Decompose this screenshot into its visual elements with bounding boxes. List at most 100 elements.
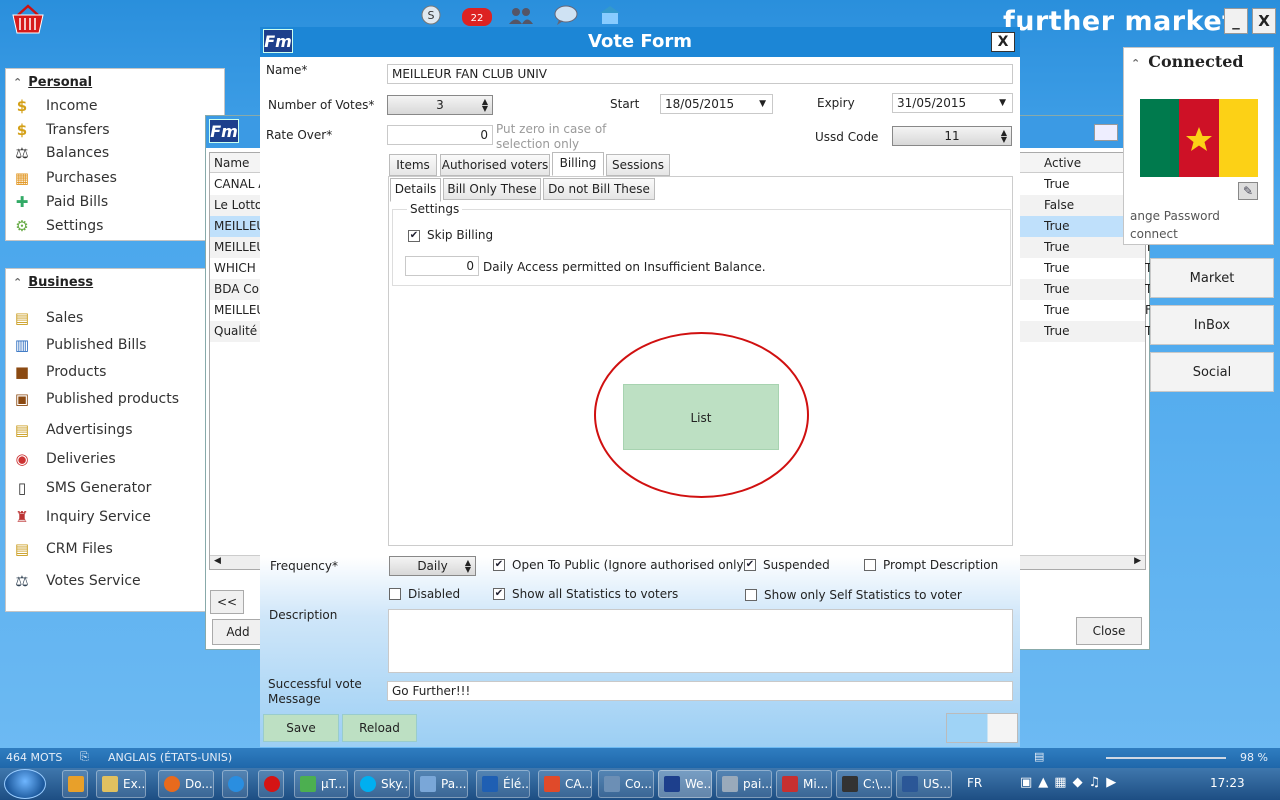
chevron-down-icon[interactable]: ▼ [759,95,766,113]
taskbar-item-chrome[interactable]: CA... [538,770,592,798]
stepper-arrows-icon[interactable]: ▲ ▼ [1001,129,1007,144]
contacts-icon[interactable] [508,4,534,26]
market-button[interactable]: Market [1150,258,1274,298]
personal-panel-header[interactable]: ⌃ Personal [13,75,92,90]
menu-item-purchases[interactable]: ▦ Purchases [12,167,117,189]
expiry-date-picker[interactable]: 31/05/2015 ▼ [892,93,1013,113]
scroll-left-icon[interactable]: ◀ [214,556,221,566]
menu-item-income[interactable]: $ Income [12,95,98,117]
frequency-stepper[interactable]: Daily ▲ ▼ [389,556,476,576]
skip-billing-checkbox[interactable]: ✔ [408,230,420,242]
word-count[interactable]: 464 MOTS [6,751,62,764]
zoom-slider[interactable] [1106,757,1226,759]
show-self-stats-checkbox[interactable] [745,589,757,601]
menu-item-inquiry-service[interactable]: ♜ Inquiry Service [12,506,151,528]
collapse-icon[interactable]: ⌃ [1131,57,1140,70]
taskbar-item-paint[interactable]: Pa... [414,770,468,798]
disconnect-link[interactable]: connect [1130,227,1178,241]
store-icon[interactable] [597,4,623,26]
menu-item-transfers[interactable]: $ Transfers [12,119,110,141]
taskbar-item-firefox[interactable]: Do... [158,770,214,798]
suspended-checkbox[interactable]: ✔ [744,559,756,571]
tab-sessions[interactable]: Sessions [606,154,670,176]
proofing-icon[interactable]: ⎘ [80,750,89,764]
taskbar-item-skype[interactable]: Sky... [354,770,410,798]
column-header-active[interactable]: Active [1044,156,1081,170]
calendar-badge-icon[interactable]: 22 [458,4,496,26]
input-language[interactable]: FR [967,776,982,790]
prompt-description-checkbox[interactable] [864,559,876,571]
subtab-bill-only-these[interactable]: Bill Only These [443,178,541,200]
taskbar-item-excel[interactable]: Ex... [96,770,146,798]
taskbar-item-utorrent[interactable]: µT... [294,770,348,798]
taskbar-item-paint2[interactable]: pai... [716,770,772,798]
menu-item-balances[interactable]: ⚖ Balances [12,142,109,164]
inbox-button[interactable]: InBox [1150,305,1274,345]
menu-item-deliveries[interactable]: ◉ Deliveries [12,448,115,470]
stepper-arrows-icon[interactable]: ▲ ▼ [465,559,471,574]
list-placeholder[interactable]: List [623,384,779,450]
taskbar-item-further-market[interactable]: We... [658,770,712,798]
column-header-name[interactable]: Name [214,156,249,170]
language-status[interactable]: ANGLAIS (ÉTATS-UNIS) [108,751,232,764]
subtab-do-not-bill-these[interactable]: Do not Bill These [543,178,655,200]
scroll-right-icon[interactable]: ▶ [1134,556,1141,566]
tab-items[interactable]: Items [389,154,437,176]
taskbar-opera[interactable] [258,770,284,798]
menu-item-settings[interactable]: ⚙ Settings [12,215,103,237]
rate-over-input[interactable]: 0 [387,125,493,145]
daily-access-input[interactable]: 0 [405,256,479,276]
taskbar-item-cmd[interactable]: C:\... [836,770,892,798]
reload-button[interactable]: Reload [342,714,417,742]
menu-item-published-bills[interactable]: ▥ Published Bills [12,334,147,356]
name-input[interactable]: MEILLEUR FAN CLUB UNIV [387,64,1013,84]
menu-item-sales[interactable]: ▤ Sales [12,307,83,329]
app-close-button[interactable]: X [1252,8,1276,34]
menu-item-paid-bills[interactable]: ✚ Paid Bills [12,191,108,213]
description-textarea[interactable] [388,609,1013,673]
start-button[interactable] [4,769,46,799]
menu-item-crm-files[interactable]: ▤ CRM Files [12,538,113,560]
chat-icon[interactable] [553,4,579,26]
prev-page-button[interactable]: << [210,590,244,614]
ussd-code-stepper[interactable]: 11 ▲ ▼ [892,126,1012,146]
success-message-input[interactable]: Go Further!!! [387,681,1013,701]
business-panel-header[interactable]: ⌃ Business [13,275,93,290]
zoom-level[interactable]: 98 % [1240,751,1268,764]
list-close-button[interactable]: Close [1076,617,1142,645]
change-password-link[interactable]: ange Password [1130,209,1220,223]
edit-photo-icon[interactable]: ✎ [1238,182,1258,200]
taskbar-item-mi[interactable]: Mi... [776,770,832,798]
menu-item-products[interactable]: ■ Products [12,361,107,383]
chevron-down-icon[interactable]: ▼ [999,94,1006,112]
taskbar-item-connection[interactable]: Co... [598,770,654,798]
tray-icons[interactable]: ▣▲▦◆♫▶ [1020,775,1122,790]
menu-item-published-products[interactable]: ▣ Published products [12,388,179,410]
maximize-button[interactable] [1094,124,1118,141]
show-all-stats-checkbox[interactable]: ✔ [493,588,505,600]
tab-billing[interactable]: Billing [552,152,604,176]
layout-icon[interactable]: ▤ [1034,750,1044,763]
taskbar-item-word[interactable]: US... [896,770,952,798]
subtab-details[interactable]: Details [390,178,441,202]
save-button[interactable]: Save [263,714,339,742]
add-button[interactable]: Add [212,619,264,645]
vote-form-close-button[interactable]: X [991,32,1015,52]
menu-item-votes-service[interactable]: ⚖ Votes Service [12,570,140,592]
taskbar-ie[interactable] [222,770,248,798]
start-date-picker[interactable]: 18/05/2015 ▼ [660,94,773,114]
skype-icon[interactable]: S [418,4,444,26]
social-button[interactable]: Social [1150,352,1274,392]
taskbar-item-outlook[interactable]: Élé... [476,770,530,798]
menu-item-sms-generator[interactable]: ▯ SMS Generator [12,477,152,499]
menu-item-advertisings[interactable]: ▤ Advertisings [12,419,133,441]
tab-authorised-voters[interactable]: Authorised voters [440,154,550,176]
votes-stepper[interactable]: 3 ▲ ▼ [387,95,493,115]
stepper-arrows-icon[interactable]: ▲ ▼ [482,98,488,113]
toggle-switch[interactable] [946,713,1018,743]
minimize-button[interactable]: _ [1224,8,1248,34]
taskbar-media-player[interactable] [62,770,88,798]
clock[interactable]: 17:23 [1210,776,1245,790]
open-public-checkbox[interactable]: ✔ [493,559,505,571]
disabled-checkbox[interactable] [389,588,401,600]
